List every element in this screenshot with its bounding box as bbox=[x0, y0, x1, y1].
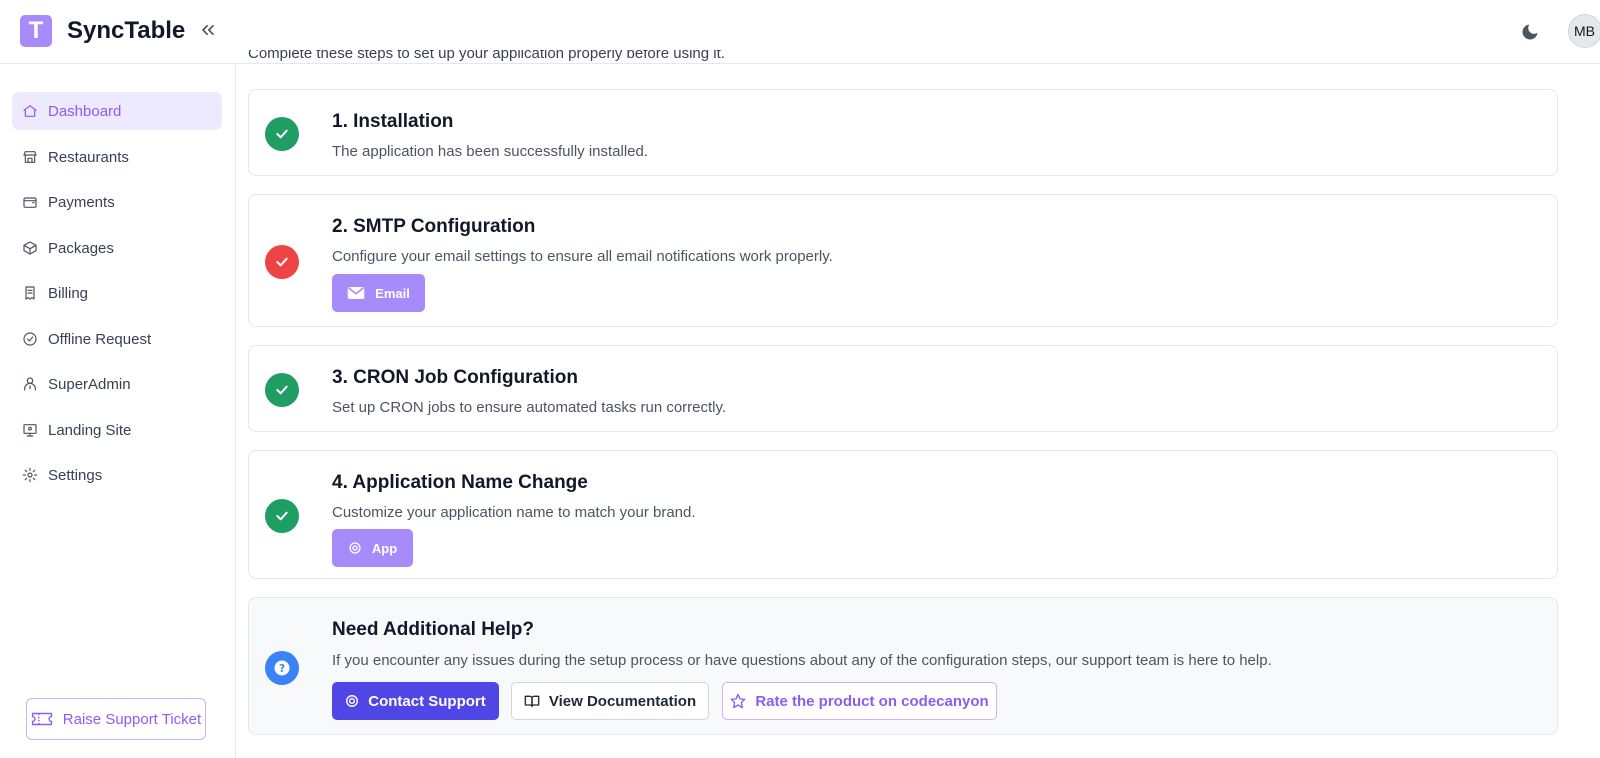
user-admin-icon bbox=[21, 375, 39, 393]
sidebar-item-label: SuperAdmin bbox=[48, 375, 131, 393]
sidebar-item-offline-request[interactable]: Offline Request bbox=[12, 320, 222, 358]
box-icon bbox=[21, 239, 39, 257]
sidebar-item-restaurants[interactable]: Restaurants bbox=[12, 138, 222, 176]
receipt-icon bbox=[21, 284, 39, 302]
help-title: Need Additional Help? bbox=[332, 619, 534, 640]
help-card: ? Need Additional Help? If you encounter… bbox=[248, 597, 1558, 735]
sidebar-item-label: Settings bbox=[48, 466, 103, 484]
home-icon bbox=[21, 102, 39, 120]
sidebar-item-label: Packages bbox=[48, 239, 114, 257]
mail-icon bbox=[347, 286, 365, 300]
step-description: The application has been successfully in… bbox=[332, 143, 649, 160]
view-documentation-button[interactable]: View Documentation bbox=[511, 682, 709, 720]
email-button-label: Email bbox=[375, 285, 410, 301]
monitor-icon bbox=[21, 421, 39, 439]
rate-product-button[interactable]: Rate the product on codecanyon bbox=[722, 682, 997, 720]
setup-intro-text: Complete these steps to set up your appl… bbox=[248, 50, 1048, 64]
step-title: 3. CRON Job Configuration bbox=[332, 367, 578, 388]
step-description: Customize your application name to match… bbox=[332, 504, 696, 521]
contact-support-button[interactable]: Contact Support bbox=[332, 682, 499, 720]
step-card-installation: 1. Installation The application has been… bbox=[248, 89, 1558, 176]
check-circle-icon bbox=[21, 330, 39, 348]
step-title: 2. SMTP Configuration bbox=[332, 216, 536, 237]
contact-support-label: Contact Support bbox=[368, 692, 486, 710]
gear-icon bbox=[21, 466, 39, 484]
sidebar-item-superadmin[interactable]: SuperAdmin bbox=[12, 365, 222, 403]
chevrons-left-icon bbox=[202, 25, 214, 36]
sidebar-item-payments[interactable]: Payments bbox=[12, 183, 222, 221]
step-card-smtp: 2. SMTP Configuration Configure your ema… bbox=[248, 194, 1558, 327]
dark-mode-toggle[interactable] bbox=[1518, 20, 1542, 44]
sidebar-item-settings[interactable]: Settings bbox=[12, 456, 222, 494]
help-description: If you encounter any issues during the s… bbox=[332, 652, 1272, 669]
step-title: 1. Installation bbox=[332, 111, 454, 132]
app-logo: T bbox=[20, 15, 52, 47]
step-card-app-name: 4. Application Name Change Customize you… bbox=[248, 450, 1558, 579]
email-settings-button[interactable]: Email bbox=[332, 274, 425, 312]
app-name: SyncTable bbox=[67, 17, 186, 44]
status-incomplete-icon bbox=[265, 245, 299, 279]
sidebar: Dashboard Restaurants Payments Packages … bbox=[0, 64, 236, 758]
sidebar-item-packages[interactable]: Packages bbox=[12, 229, 222, 267]
status-complete-icon bbox=[265, 373, 299, 407]
user-avatar[interactable]: MB bbox=[1568, 14, 1600, 48]
step-card-cron: 3. CRON Job Configuration Set up CRON jo… bbox=[248, 345, 1558, 432]
setup-intro-label: Complete these steps to set up your appl… bbox=[248, 50, 725, 62]
sidebar-item-label: Landing Site bbox=[48, 421, 132, 439]
step-description: Set up CRON jobs to ensure automated tas… bbox=[332, 399, 727, 416]
ticket-icon bbox=[31, 711, 53, 727]
book-icon bbox=[524, 694, 540, 708]
wallet-icon bbox=[21, 193, 39, 211]
step-title: 4. Application Name Change bbox=[332, 472, 588, 493]
raise-support-ticket-label: Raise Support Ticket bbox=[62, 710, 202, 728]
svg-text:?: ? bbox=[279, 663, 285, 675]
collapse-sidebar-button[interactable] bbox=[196, 18, 220, 42]
sidebar-item-label: Dashboard bbox=[48, 102, 122, 120]
sidebar-item-landing-site[interactable]: Landing Site bbox=[12, 411, 222, 449]
app-button-label: App bbox=[371, 540, 398, 556]
status-complete-icon bbox=[265, 499, 299, 533]
lifebuoy-icon bbox=[345, 694, 359, 708]
step-description: Configure your email settings to ensure … bbox=[332, 248, 833, 265]
view-documentation-label: View Documentation bbox=[548, 692, 697, 710]
sidebar-item-label: Offline Request bbox=[48, 330, 152, 348]
raise-support-ticket-button[interactable]: Raise Support Ticket bbox=[26, 698, 206, 740]
app-settings-button[interactable]: App bbox=[332, 529, 413, 567]
rate-product-label: Rate the product on codecanyon bbox=[755, 692, 989, 710]
sidebar-item-dashboard[interactable]: Dashboard bbox=[12, 92, 222, 130]
sidebar-item-billing[interactable]: Billing bbox=[12, 274, 222, 312]
status-complete-icon bbox=[265, 117, 299, 151]
sidebar-item-label: Payments bbox=[48, 193, 115, 211]
moon-icon bbox=[1522, 24, 1538, 40]
sidebar-item-label: Billing bbox=[48, 284, 89, 302]
star-icon bbox=[730, 693, 746, 709]
question-icon: ? bbox=[265, 651, 299, 685]
store-icon bbox=[21, 148, 39, 166]
sidebar-item-label: Restaurants bbox=[48, 148, 129, 166]
gear-icon bbox=[348, 541, 362, 555]
